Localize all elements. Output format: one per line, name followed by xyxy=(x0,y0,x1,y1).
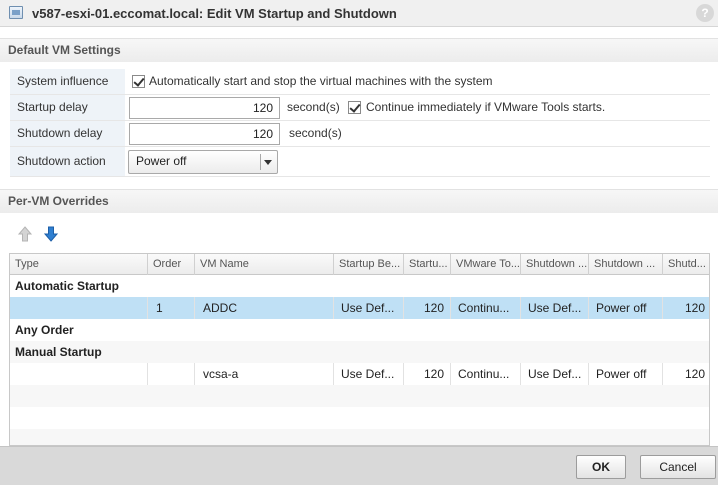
per-vm-overrides-table: Type Order VM Name Startup Be... Startu.… xyxy=(9,253,710,446)
startup-delay-row: Startup delay 120 second(s) Continue imm… xyxy=(10,95,710,121)
shutdown-action-select[interactable]: Power off xyxy=(128,150,278,174)
shutdown-delay-input[interactable]: 120 xyxy=(129,123,280,145)
cell-startup-delay: 120 xyxy=(404,363,451,385)
shutdown-action-row: Shutdown action Power off xyxy=(10,147,710,177)
cancel-button[interactable]: Cancel xyxy=(640,455,716,479)
cell-type xyxy=(10,297,148,319)
auto-start-stop-checkbox[interactable] xyxy=(132,75,145,88)
cell-vmware-tools: Continu... xyxy=(451,363,521,385)
group-label: Manual Startup xyxy=(15,345,102,359)
cell-order xyxy=(148,363,195,385)
continue-if-tools-text: Continue immediately if VMware Tools sta… xyxy=(366,100,606,114)
column-header-startup-behavior[interactable]: Startup Be... xyxy=(334,254,404,275)
group-label: Any Order xyxy=(15,323,74,337)
column-header-type[interactable]: Type xyxy=(10,254,148,275)
chevron-down-icon xyxy=(264,160,272,165)
startup-delay-label: Startup delay xyxy=(10,95,125,120)
overrides-header: Per-VM Overrides xyxy=(0,189,718,213)
cell-shutdown-action: Power off xyxy=(589,297,663,319)
group-row-any-order[interactable]: Any Order xyxy=(10,319,709,341)
cell-shutdown-delay: 120 xyxy=(684,367,705,381)
cell-vmware-tools: Continu... xyxy=(451,297,521,319)
table-row[interactable]: vcsa-a Use Def... 120 Continu... Use Def… xyxy=(10,363,709,385)
startup-delay-input[interactable]: 120 xyxy=(129,97,280,119)
arrow-up-icon[interactable] xyxy=(17,226,33,242)
shutdown-action-value: Power off xyxy=(136,154,187,168)
dialog-title: v587-esxi-01.eccomat.local: Edit VM Star… xyxy=(32,6,397,21)
ok-button[interactable]: OK xyxy=(576,455,626,479)
group-label: Automatic Startup xyxy=(15,279,120,293)
cell-shutdown-behavior: Use Def... xyxy=(521,297,589,319)
empty-row xyxy=(10,407,709,429)
cell-shutdown-action: Power off xyxy=(589,363,663,385)
shutdown-action-label: Shutdown action xyxy=(10,147,125,176)
group-row-automatic-startup[interactable]: Automatic Startup xyxy=(10,275,709,297)
column-header-shutdown-behavior[interactable]: Shutdown ... xyxy=(521,254,589,275)
shutdown-delay-label: Shutdown delay xyxy=(10,121,125,146)
auto-start-stop-text: Automatically start and stop the virtual… xyxy=(149,74,493,88)
cell-startup-behavior: Use Def... xyxy=(334,363,404,385)
column-header-shutdown-action[interactable]: Shutdown ... xyxy=(589,254,663,275)
column-header-vmware-tools[interactable]: VMware To... xyxy=(451,254,521,275)
empty-row xyxy=(10,385,709,407)
cell-shutdown-behavior: Use Def... xyxy=(521,363,589,385)
column-header-order[interactable]: Order xyxy=(148,254,195,275)
cell-startup-behavior: Use Def... xyxy=(334,297,404,319)
cell-vm-name: ADDC xyxy=(195,297,334,319)
dialog-window-icon xyxy=(9,6,23,19)
cell-shutdown-delay: 120 xyxy=(684,301,705,315)
cell-vm-name: vcsa-a xyxy=(195,363,334,385)
column-header-startup-delay[interactable]: Startu... xyxy=(404,254,451,275)
default-settings-title: Default VM Settings xyxy=(8,43,121,57)
cell-order: 1 xyxy=(148,297,195,319)
empty-row xyxy=(10,429,709,445)
system-influence-row: System influence Automatically start and… xyxy=(10,69,710,95)
cell-type xyxy=(10,363,148,385)
system-influence-label: System influence xyxy=(10,69,125,94)
table-header: Type Order VM Name Startup Be... Startu.… xyxy=(10,254,709,275)
shutdown-delay-unit: second(s) xyxy=(289,126,342,140)
column-header-shutdown-delay[interactable]: Shutd... xyxy=(663,254,709,275)
table-row[interactable]: 1 ADDC Use Def... 120 Continu... Use Def… xyxy=(10,297,709,319)
group-row-manual-startup[interactable]: Manual Startup xyxy=(10,341,709,363)
dialog-titlebar: v587-esxi-01.eccomat.local: Edit VM Star… xyxy=(0,0,718,27)
arrow-down-icon[interactable] xyxy=(43,226,59,242)
default-settings-header: Default VM Settings xyxy=(0,38,718,62)
shutdown-delay-row: Shutdown delay 120 second(s) xyxy=(10,121,710,147)
startup-delay-unit: second(s) xyxy=(287,100,340,114)
continue-if-tools-checkbox[interactable] xyxy=(348,101,361,114)
cell-startup-delay: 120 xyxy=(404,297,451,319)
select-divider xyxy=(260,154,261,170)
help-icon[interactable]: ? xyxy=(696,4,714,22)
overrides-title: Per-VM Overrides xyxy=(8,194,109,208)
column-header-vm-name[interactable]: VM Name xyxy=(195,254,334,275)
